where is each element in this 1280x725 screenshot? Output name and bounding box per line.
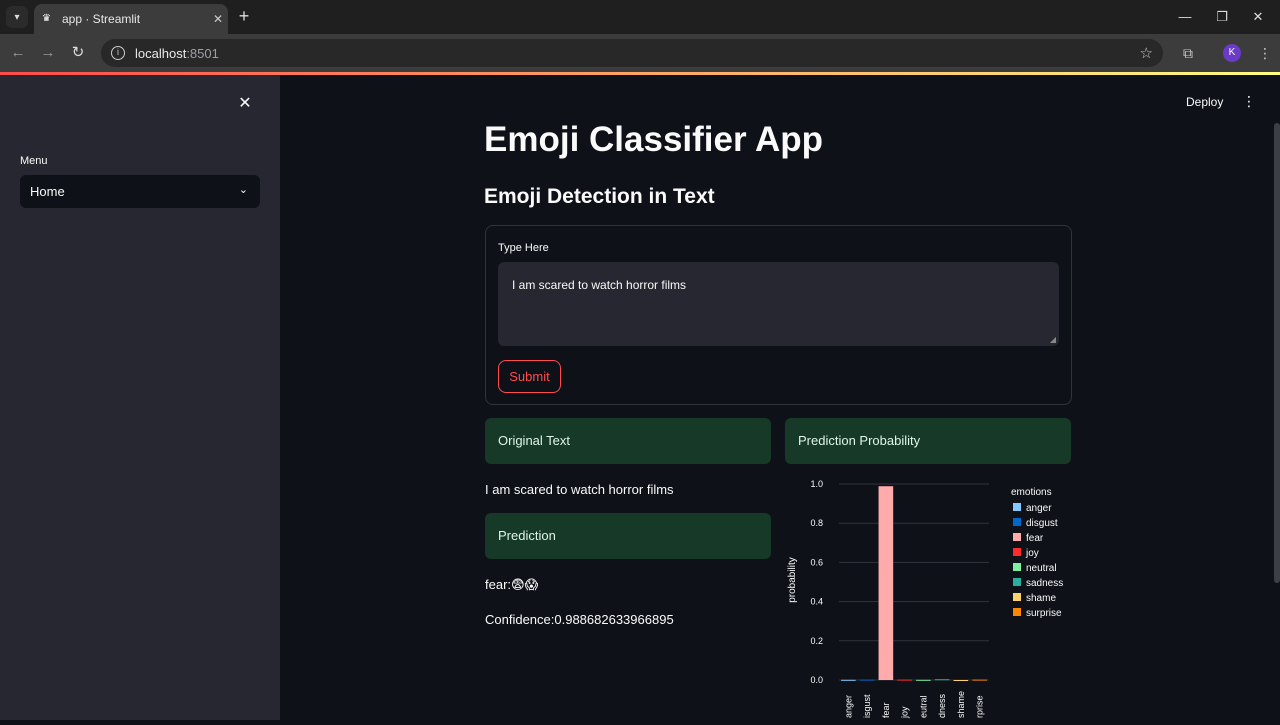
x-tick-label-fear: fear xyxy=(881,702,891,718)
original-text-header: Original Text xyxy=(485,418,771,464)
menu-selected-value: Home xyxy=(30,184,65,199)
y-tick-label: 1.0 xyxy=(810,479,823,489)
legend-title: emotions xyxy=(1011,487,1052,498)
x-tick-label-sadness: dness xyxy=(937,693,947,718)
confidence-score: Confidence:0.988682633966895 xyxy=(485,612,674,627)
y-axis-label: probability xyxy=(787,557,798,603)
bar-shame[interactable] xyxy=(953,680,969,681)
address-bar[interactable]: i localhost:8501 ☆ xyxy=(101,39,1163,67)
bar-surprise[interactable] xyxy=(972,679,987,681)
chevron-down-icon: ⌄ xyxy=(238,184,248,196)
legend-swatch-surprise xyxy=(1013,608,1021,616)
submit-button[interactable]: Submit xyxy=(498,360,561,393)
legend-label-neutral: neutral xyxy=(1026,563,1057,574)
bar-joy[interactable] xyxy=(897,679,912,681)
sidebar-close-icon[interactable]: ✕ xyxy=(236,95,254,113)
browser-tab[interactable]: ♛ app · Streamlit ✕ xyxy=(34,4,228,34)
prediction-header: Prediction xyxy=(485,513,771,559)
probability-chart-svg: 0.00.20.40.60.81.0 anger isgust fear joy eut… xyxy=(787,479,1063,719)
legend-label-anger: anger xyxy=(1026,503,1052,514)
legend-swatch-disgust xyxy=(1013,518,1021,526)
x-tick-label-disgust: isgust xyxy=(862,694,872,718)
legend-label-surprise: surprise xyxy=(1026,608,1062,619)
bar-fear[interactable] xyxy=(878,486,894,680)
legend-swatch-neutral xyxy=(1013,563,1021,571)
prediction-probability-header: Prediction Probability xyxy=(785,418,1071,464)
legend-label-fear: fear xyxy=(1026,533,1044,544)
extensions-icon[interactable]: ⧉ xyxy=(1178,43,1198,63)
original-text: I am scared to watch horror films xyxy=(485,482,674,497)
y-tick-label: 0.0 xyxy=(810,675,823,685)
scrollbar[interactable] xyxy=(1274,123,1280,583)
site-info-icon[interactable]: i xyxy=(111,46,125,60)
main-menu-icon[interactable]: ⋮ xyxy=(1242,93,1256,110)
prediction-result: fear:😨😱 xyxy=(485,577,539,592)
resize-handle-icon[interactable]: ◢ xyxy=(1050,335,1056,344)
browser-tab-bar: ▾ ♛ app · Streamlit ✕ + — ❐ ✕ xyxy=(0,0,1280,34)
x-tick-label-surprise: rprise xyxy=(975,695,985,718)
legend-label-disgust: disgust xyxy=(1026,518,1058,529)
deploy-button[interactable]: Deploy xyxy=(1186,95,1223,109)
bar-neutral[interactable] xyxy=(916,679,931,681)
back-button[interactable]: ← xyxy=(8,43,28,63)
x-tick-label-neutral: eutral xyxy=(918,695,928,718)
legend-swatch-joy xyxy=(1013,548,1021,556)
legend-swatch-fear xyxy=(1013,533,1021,541)
bookmark-star-icon[interactable]: ☆ xyxy=(1140,44,1153,62)
text-input-label: Type Here xyxy=(498,242,549,254)
reload-button[interactable]: ↻ xyxy=(68,43,88,63)
x-tick-label-joy: joy xyxy=(900,706,910,719)
bar-disgust[interactable] xyxy=(859,679,875,681)
y-tick-label: 0.8 xyxy=(810,518,823,528)
legend-swatch-shame xyxy=(1013,593,1021,601)
restore-button[interactable]: ❐ xyxy=(1207,6,1237,28)
streamlit-favicon-icon: ♛ xyxy=(42,13,51,24)
url-port: :8501 xyxy=(186,45,219,61)
forward-button[interactable]: → xyxy=(38,43,58,63)
page-subheader: Emoji Detection in Text xyxy=(484,185,715,208)
tab-title: app · Streamlit xyxy=(62,12,141,26)
bar-sadness[interactable] xyxy=(934,679,950,681)
y-tick-label: 0.6 xyxy=(810,557,823,567)
browser-menu-icon[interactable]: ⋮ xyxy=(1258,43,1272,63)
probability-chart: 0.0 0.2 0.4 0.6 0.8 1.0 anger isgust fear joy eut… xyxy=(785,472,1085,725)
tab-search-button[interactable]: ▾ xyxy=(6,6,28,28)
legend-label-shame: shame xyxy=(1026,593,1056,604)
new-tab-button[interactable]: + xyxy=(234,6,254,26)
page-title: Emoji Classifier App xyxy=(484,120,824,159)
profile-avatar[interactable]: K xyxy=(1223,44,1241,62)
text-input[interactable]: I am scared to watch horror films ◢ xyxy=(498,262,1059,346)
sidebar: ✕ Menu Home ⌄ xyxy=(0,75,280,720)
close-window-button[interactable]: ✕ xyxy=(1243,6,1273,28)
minimize-button[interactable]: — xyxy=(1170,6,1200,28)
text-input-value: I am scared to watch horror films xyxy=(512,278,687,292)
x-tick-label-anger: anger xyxy=(843,695,853,718)
tab-close-icon[interactable]: ✕ xyxy=(208,12,228,26)
menu-select[interactable]: Home ⌄ xyxy=(20,175,260,208)
browser-toolbar: ← → ↻ i localhost:8501 ☆ ⧉ K ⋮ xyxy=(0,34,1280,72)
y-tick-label: 0.4 xyxy=(810,597,823,607)
bar-anger[interactable] xyxy=(841,679,856,681)
input-form: Type Here I am scared to watch horror fi… xyxy=(485,225,1072,405)
legend-swatch-anger xyxy=(1013,503,1021,511)
legend-swatch-sadness xyxy=(1013,578,1021,586)
url-host: localhost xyxy=(135,45,187,61)
x-tick-label-shame: shame xyxy=(956,691,966,718)
y-tick-label: 0.2 xyxy=(810,636,823,646)
legend-label-sadness: sadness xyxy=(1026,578,1063,589)
menu-label: Menu xyxy=(20,155,48,167)
legend-label-joy: joy xyxy=(1025,548,1039,559)
